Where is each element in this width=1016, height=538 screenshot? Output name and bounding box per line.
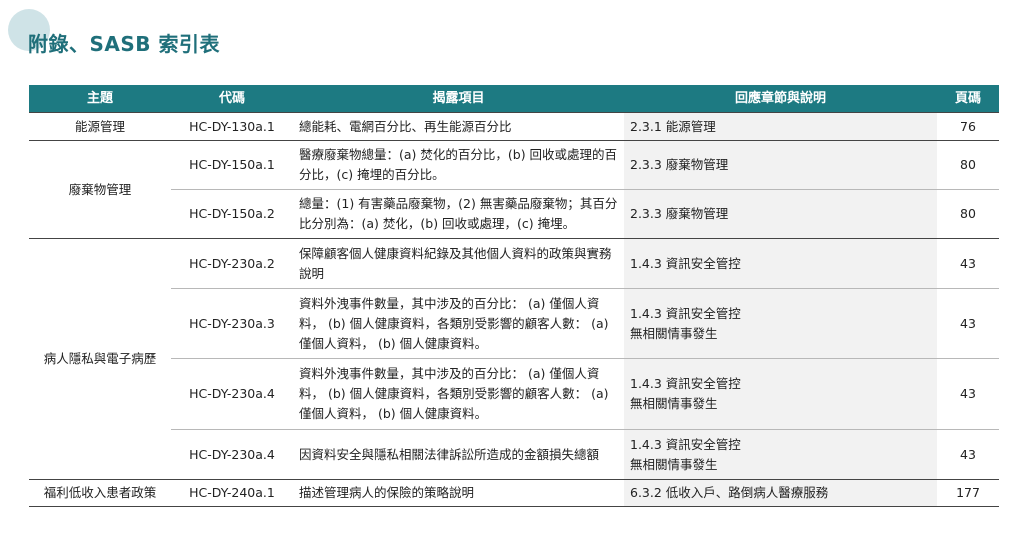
disclosure-cell: 醫療廢棄物總量：(a) 焚化的百分比，(b) 回收或處理的百分比，(c) 掩埋的…	[293, 140, 624, 190]
header-page: 頁碼	[937, 85, 999, 113]
disclosure-cell: 總量：(1) 有害藥品廢棄物，(2) 無害藥品廢棄物；其百分比分別為：(a) 焚…	[293, 189, 624, 239]
page-cell: 80	[937, 189, 999, 239]
page-cell: 43	[937, 358, 999, 430]
section-cell: 1.4.3 資訊安全管控 無相關情事發生	[624, 429, 937, 480]
header-disclosure: 揭露項目	[293, 85, 624, 113]
table-header-row: 主題 代碼 揭露項目 回應章節與說明 頁碼	[29, 85, 999, 113]
topic-cell: 病人隱私與電子病歷	[29, 238, 171, 480]
header-topic: 主題	[29, 85, 171, 113]
section-cell: 6.3.2 低收入戶、路倒病人醫療服務	[624, 479, 937, 507]
table-row: 廢棄物管理 HC-DY-150a.1 醫療廢棄物總量：(a) 焚化的百分比，(b…	[29, 140, 999, 239]
code-cell: HC-DY-130a.1	[171, 112, 293, 141]
page-cell: 43	[937, 288, 999, 359]
disclosure-cell: 因資料安全與隱私相關法律訴訟所造成的金額損失總額	[293, 429, 624, 480]
page-cell: 177	[937, 479, 999, 507]
code-cell: HC-DY-230a.3	[171, 288, 293, 359]
section-line: 2.3.1 能源管理	[630, 118, 716, 134]
section-line: 1.4.3 資訊安全管控	[630, 305, 741, 321]
section-cell: 2.3.1 能源管理	[624, 112, 937, 141]
disclosure-cell: 資料外洩事件數量，其中涉及的百分比： (a) 僅個人資料， (b) 個人健康資料…	[293, 288, 624, 359]
code-cell: HC-DY-150a.1	[171, 140, 293, 190]
disclosure-cell: 保障顧客個人健康資料紀錄及其他個人資料的政策與實務說明	[293, 238, 624, 289]
disclosure-cell: 總能耗、電網百分比、再生能源百分比	[293, 112, 624, 141]
code-cell: HC-DY-240a.1	[171, 479, 293, 507]
topic-cell: 福利低收入患者政策	[29, 479, 171, 507]
section-note: 無相關情事發生	[630, 456, 718, 472]
section-cell: 1.4.3 資訊安全管控	[624, 238, 937, 289]
code-cell: HC-DY-230a.4	[171, 429, 293, 480]
section-cell: 1.4.3 資訊安全管控 無相關情事發生	[624, 358, 937, 430]
header-code: 代碼	[171, 85, 293, 113]
table-row: HC-DY-230a.3 資料外洩事件數量，其中涉及的百分比： (a) 僅個人資…	[29, 288, 999, 359]
section-line: 2.3.3 廢棄物管理	[630, 157, 729, 172]
code-cell: HC-DY-230a.2	[171, 238, 293, 289]
page-cell: 43	[937, 238, 999, 289]
section-line: 1.4.3 資訊安全管控	[630, 376, 741, 391]
page-title: 附錄、SASB 索引表	[28, 32, 220, 56]
sasb-index-table: 主題 代碼 揭露項目 回應章節與說明 頁碼 能源管理 HC-DY-130a.1 …	[29, 85, 999, 507]
page-cell: 43	[937, 429, 999, 480]
section-cell: 2.3.3 廢棄物管理	[624, 140, 937, 190]
table-row: HC-DY-150a.2 總量：(1) 有害藥品廢棄物，(2) 無害藥品廢棄物；…	[29, 189, 999, 239]
section-note: 無相關情事發生	[630, 325, 718, 341]
section-note: 無相關情事發生	[630, 396, 718, 411]
section-line: 6.3.2 低收入戶、路倒病人醫療服務	[630, 485, 829, 500]
topic-cell: 能源管理	[29, 112, 171, 141]
code-cell: HC-DY-150a.2	[171, 189, 293, 239]
disclosure-cell: 資料外洩事件數量，其中涉及的百分比： (a) 僅個人資料， (b) 個人健康資料…	[293, 358, 624, 430]
table-row: 福利低收入患者政策 HC-DY-240a.1 描述管理病人的保險的策略說明 6.…	[29, 479, 999, 507]
code-cell: HC-DY-230a.4	[171, 358, 293, 430]
table-row: HC-DY-230a.4 因資料安全與隱私相關法律訴訟所造成的金額損失總額 1.…	[29, 429, 999, 480]
disclosure-cell: 描述管理病人的保險的策略說明	[293, 479, 624, 507]
section-cell: 2.3.3 廢棄物管理	[624, 189, 937, 239]
page-cell: 76	[937, 112, 999, 141]
topic-cell: 廢棄物管理	[29, 140, 171, 239]
header-section: 回應章節與說明	[624, 85, 937, 113]
table-row: HC-DY-230a.4 資料外洩事件數量，其中涉及的百分比： (a) 僅個人資…	[29, 358, 999, 430]
table-row: 病人隱私與電子病歷 HC-DY-230a.2 保障顧客個人健康資料紀錄及其他個人…	[29, 238, 999, 480]
table-row: 能源管理 HC-DY-130a.1 總能耗、電網百分比、再生能源百分比 2.3.…	[29, 112, 999, 141]
section-line: 1.4.3 資訊安全管控	[630, 436, 741, 452]
section-cell: 1.4.3 資訊安全管控 無相關情事發生	[624, 288, 937, 359]
section-line: 1.4.3 資訊安全管控	[630, 255, 741, 271]
page-cell: 80	[937, 140, 999, 190]
section-line: 2.3.3 廢棄物管理	[630, 206, 729, 221]
